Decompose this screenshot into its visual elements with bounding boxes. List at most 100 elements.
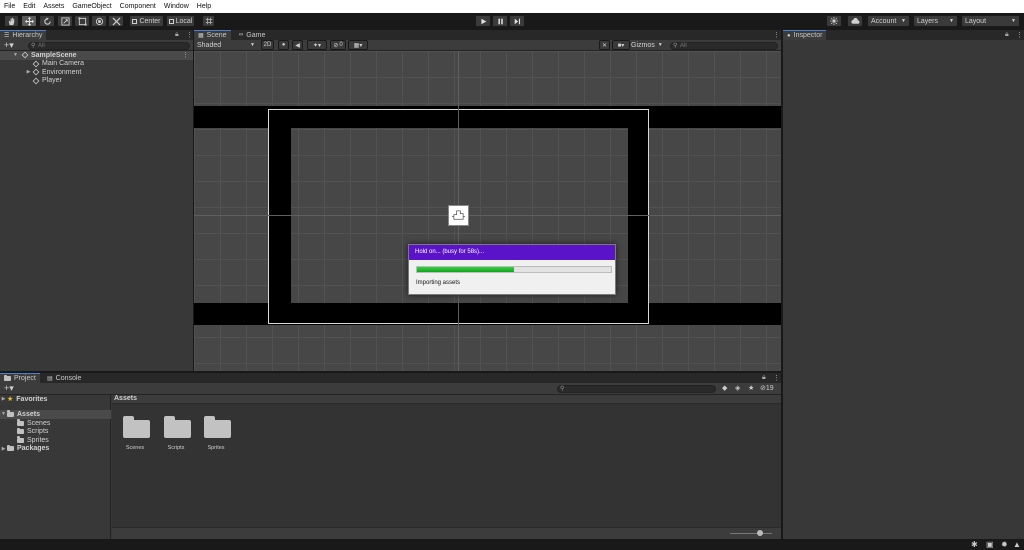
hierarchy-item[interactable]: ▶ Environment [0, 68, 193, 77]
lock-icon[interactable]: 🔒︎ [1005, 31, 1009, 39]
kebab-menu-icon[interactable]: ⋮ [773, 374, 780, 382]
kebab-menu-icon[interactable]: ⋮ [182, 51, 189, 59]
account-dropdown[interactable]: Account ▼ [867, 15, 910, 27]
scene-viewport[interactable] [194, 51, 781, 371]
auto-generate-lighting-icon[interactable]: ✹ [1001, 540, 1008, 549]
cloud-button[interactable] [847, 15, 863, 27]
hand-icon [8, 17, 15, 25]
progress-bar [416, 266, 612, 273]
chevron-down-icon: ▼ [657, 42, 663, 48]
gizmos-label: Gizmos [631, 41, 655, 49]
hidden-objects-toggle[interactable]: ⊘ 0 [330, 40, 346, 50]
favorite-star-icon[interactable]: ★ [748, 384, 754, 392]
project-search-input[interactable]: ⚲ [557, 384, 716, 393]
menu-component[interactable]: Component [116, 0, 160, 13]
tab-hierarchy[interactable]: ☰ Hierarchy [0, 30, 47, 40]
2d-label: 2D [263, 42, 272, 48]
folder-sprites[interactable] [204, 416, 232, 438]
wrench-icon: ✕ [601, 42, 608, 49]
audio-toggle[interactable]: ◀ [292, 40, 303, 50]
info-icon: ● [787, 32, 791, 39]
layout-dropdown[interactable]: Layout ▼ [961, 15, 1020, 27]
collab-button[interactable] [826, 15, 842, 27]
tab-project[interactable]: Project [0, 373, 40, 383]
folder-sprites-label: Sprites [207, 445, 225, 451]
breadcrumb-assets[interactable]: Assets [114, 395, 137, 402]
hierarchy-search-input[interactable]: ⚲ All [28, 41, 190, 50]
folder-row[interactable]: Scripts [0, 427, 111, 437]
transform-tool-button[interactable] [91, 15, 107, 27]
notifications-icon[interactable]: ▲ [1013, 540, 1021, 549]
tab-scene[interactable]: ▦ Scene [194, 30, 231, 40]
filter-type-icon[interactable]: ◆ [722, 384, 727, 392]
scene-search-input[interactable]: ⚲ All [670, 41, 778, 50]
menu-edit[interactable]: Edit [19, 0, 39, 13]
lighting-toggle[interactable]: ● [278, 40, 289, 50]
assets-folder-row[interactable]: ▼ Assets [0, 410, 111, 419]
effects-dropdown[interactable]: ✦▾ [307, 40, 327, 50]
player-sprite[interactable] [448, 205, 469, 226]
tab-console[interactable]: ▤ Console [43, 373, 85, 383]
camera-dropdown[interactable]: ■▾ [612, 40, 630, 50]
icon-size-slider[interactable] [730, 533, 772, 534]
folder-icon [4, 374, 11, 381]
scale-tool-button[interactable] [57, 15, 73, 27]
folder-icon [17, 419, 24, 426]
debug-icon[interactable]: ✱ [971, 540, 978, 549]
menu-assets[interactable]: Assets [39, 0, 68, 13]
hierarchy-item[interactable]: Main Camera [0, 60, 193, 69]
shading-mode-dropdown[interactable]: Shaded ▼ [194, 40, 258, 50]
favorites-row[interactable]: ▶ ★ Favorites [0, 395, 111, 404]
folder-label: Scenes [27, 419, 51, 427]
hierarchy-item-label: Environment [42, 68, 82, 76]
grid-dropdown[interactable]: ▦▾ [348, 40, 368, 50]
packages-row[interactable]: ▶ Packages [0, 444, 111, 454]
grid-snap-button[interactable] [202, 15, 215, 27]
chevron-down-icon: ▼ [250, 42, 255, 48]
lock-icon[interactable]: 🔒︎ [762, 374, 766, 382]
rotate-icon [43, 16, 51, 25]
tab-game[interactable]: ∞ Game [235, 30, 269, 40]
hidden-packages-toggle[interactable]: ⊘19 [760, 384, 774, 392]
scene-root-row[interactable]: ▼ SampleScene ⋮ [0, 51, 193, 60]
expand-arrow-icon[interactable]: ▶ [0, 396, 7, 402]
kebab-menu-icon[interactable]: ⋮ [1016, 31, 1023, 39]
folder-scenes[interactable] [123, 416, 151, 438]
play-button[interactable] [475, 15, 491, 27]
pause-button[interactable] [492, 15, 508, 27]
kebab-menu-icon[interactable]: ⋮ [186, 31, 193, 39]
project-footer [112, 527, 781, 539]
hierarchy-item[interactable]: Player [0, 77, 193, 86]
cache-icon[interactable]: ▣ [986, 540, 994, 549]
menu-gameobject[interactable]: GameObject [68, 0, 115, 13]
expand-arrow-icon[interactable]: ▼ [0, 411, 7, 417]
expand-arrow-icon[interactable]: ▶ [0, 446, 7, 452]
folder-row[interactable]: Scenes [0, 419, 111, 428]
pivot-space-toggle[interactable]: Local [166, 15, 195, 27]
kebab-menu-icon[interactable]: ⋮ [773, 31, 780, 39]
layers-dropdown[interactable]: Layers ▼ [913, 15, 958, 27]
2d-toggle[interactable]: 2D [261, 40, 274, 50]
tools-overlay-button[interactable]: ✕ [599, 40, 610, 50]
folder-scripts[interactable] [164, 416, 192, 438]
tab-scene-label: Scene [206, 32, 227, 39]
custom-tool-button[interactable] [108, 15, 124, 27]
menu-file[interactable]: File [0, 0, 19, 13]
gizmos-dropdown[interactable]: Gizmos ▼ [631, 40, 667, 50]
menu-help[interactable]: Help [193, 0, 215, 13]
icon-size-slider-thumb[interactable] [757, 530, 763, 536]
add-object-button[interactable]: +▾ [4, 40, 14, 50]
pivot-center-toggle[interactable]: Center [129, 15, 164, 27]
create-asset-button[interactable]: +▾ [4, 383, 14, 393]
rotate-tool-button[interactable] [39, 15, 55, 27]
filter-label-icon[interactable]: ◈ [735, 384, 740, 392]
step-button[interactable] [509, 15, 525, 27]
folder-row[interactable]: Sprites [0, 436, 111, 445]
lock-icon[interactable]: 🔒︎ [175, 31, 179, 39]
expand-arrow-icon[interactable]: ▶ [25, 69, 32, 75]
menu-window[interactable]: Window [160, 0, 193, 13]
rect-tool-button[interactable] [74, 15, 90, 27]
tab-inspector[interactable]: ● Inspector [783, 30, 827, 40]
hand-tool-button[interactable] [4, 15, 19, 27]
move-tool-button[interactable] [21, 15, 37, 27]
